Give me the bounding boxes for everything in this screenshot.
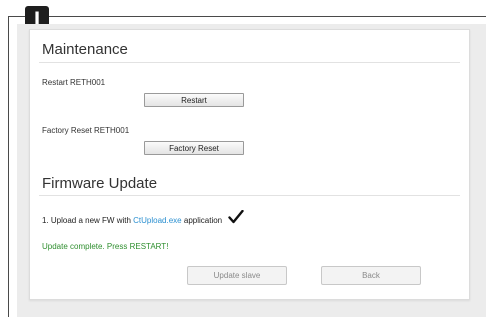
restart-label: Restart RETH001 (42, 78, 106, 87)
factory-reset-label: Factory Reset RETH001 (42, 126, 130, 135)
update-status-message: Update complete. Press RESTART! (42, 242, 169, 251)
settings-card: Maintenance Restart RETH001 Restart Fact… (29, 29, 470, 300)
upload-instruction-prefix: 1. Upload a new FW with (42, 216, 134, 225)
restart-button[interactable]: Restart (144, 93, 244, 107)
maintenance-heading: Maintenance (42, 41, 128, 58)
upload-instruction-suffix: application (181, 216, 223, 225)
frame-top-line (8, 16, 486, 17)
factory-reset-button[interactable]: Factory Reset (144, 141, 244, 155)
back-button[interactable]: Back (321, 266, 421, 285)
frame-left-line (8, 16, 9, 317)
ctupload-link[interactable]: CtUpload.exe (133, 216, 181, 225)
upload-instruction: 1. Upload a new FW with CtUpload.exe app… (42, 216, 222, 225)
checkmark-icon (228, 210, 244, 224)
maintenance-divider (39, 62, 460, 63)
firmware-divider (39, 195, 460, 196)
firmware-update-heading: Firmware Update (42, 175, 158, 192)
update-slave-button[interactable]: Update slave (187, 266, 287, 285)
